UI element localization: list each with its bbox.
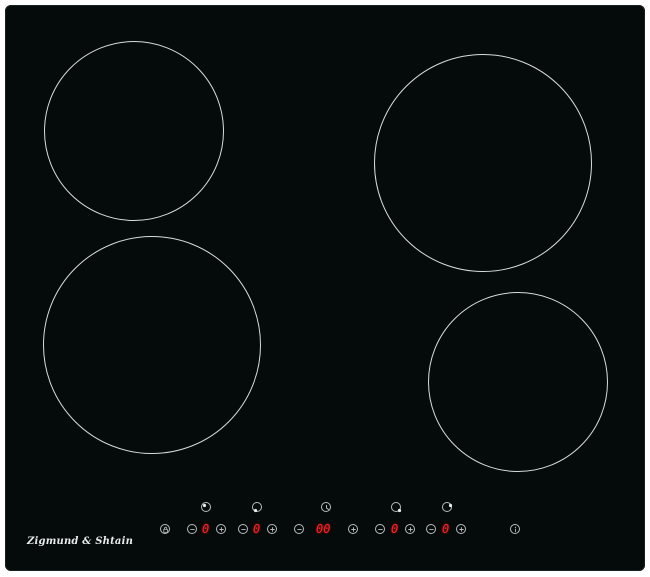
cooking-zone-top-left bbox=[44, 41, 224, 221]
power-level-display-top-left: 0 bbox=[202, 522, 210, 536]
power-level-display-top-right: 0 bbox=[442, 522, 450, 536]
plus-button-zone-top-left[interactable] bbox=[216, 524, 226, 534]
cooktop-glass-surface: Zigmund & Shtain 0 0 00 0 0 bbox=[5, 5, 645, 571]
zone-selector-bottom-left[interactable] bbox=[252, 502, 262, 513]
zone-selector-bottom-right[interactable] bbox=[391, 502, 402, 513]
power-level-display-bottom-right: 0 bbox=[391, 522, 399, 536]
timer-clock-icon[interactable] bbox=[321, 502, 331, 512]
minus-button-zone-top-left[interactable] bbox=[187, 524, 197, 534]
brand-logo: Zigmund & Shtain bbox=[27, 536, 134, 547]
lock-icon[interactable] bbox=[160, 524, 170, 534]
power-level-display-bottom-left: 0 bbox=[253, 522, 261, 536]
zone-selector-top-right[interactable] bbox=[442, 502, 453, 512]
timer-display: 00 bbox=[316, 522, 331, 536]
cooking-zone-bottom-left bbox=[43, 236, 261, 454]
minus-button-timer[interactable] bbox=[294, 524, 304, 534]
plus-button-zone-bottom-right[interactable] bbox=[405, 524, 415, 534]
cooking-zone-top-right bbox=[374, 54, 592, 272]
info-icon[interactable] bbox=[510, 524, 520, 534]
minus-button-zone-bottom-right[interactable] bbox=[375, 524, 385, 534]
minus-button-zone-top-right[interactable] bbox=[426, 524, 436, 534]
plus-button-timer[interactable] bbox=[348, 524, 358, 534]
cooking-zone-bottom-right bbox=[428, 292, 608, 472]
plus-button-zone-bottom-left[interactable] bbox=[267, 524, 277, 534]
zone-selector-top-left[interactable] bbox=[201, 502, 211, 512]
minus-button-zone-bottom-left[interactable] bbox=[238, 524, 248, 534]
plus-button-zone-top-right[interactable] bbox=[456, 524, 466, 534]
